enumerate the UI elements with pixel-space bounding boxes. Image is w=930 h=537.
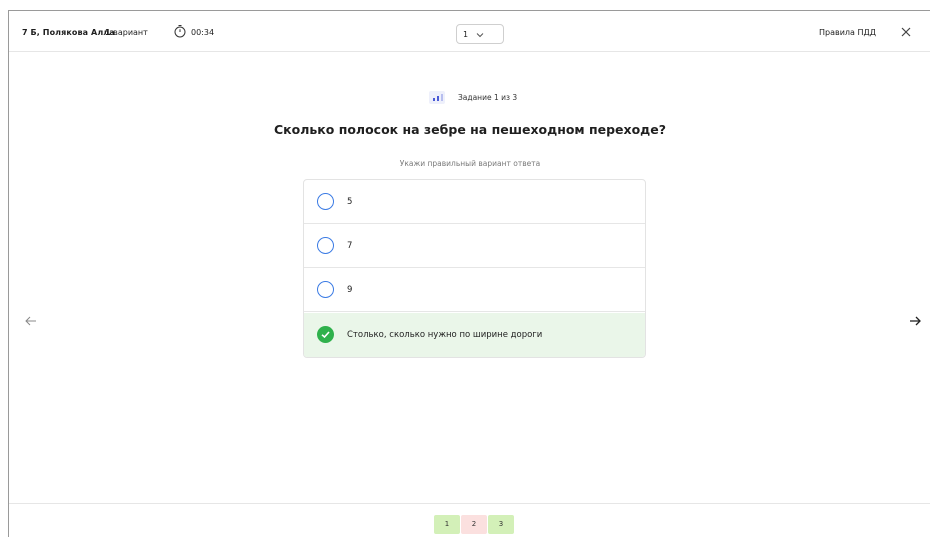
page-button-3[interactable]: 3: [488, 515, 514, 534]
answer-text: 7: [347, 241, 353, 251]
variant-label: вариант: [113, 28, 148, 37]
answer-text: Столько, сколько нужно по ширине дороги: [347, 330, 543, 340]
task-pager: 1 2 3: [434, 515, 514, 534]
answer-option[interactable]: 5: [304, 180, 645, 224]
answer-hint: Укажи правильный вариант ответа: [399, 159, 541, 168]
radio-button[interactable]: [317, 281, 334, 298]
task-select[interactable]: 1: [456, 24, 504, 44]
answer-option[interactable]: 7: [304, 224, 645, 268]
bar-chart-icon: [429, 91, 445, 104]
page-button-1[interactable]: 1: [434, 515, 460, 534]
radio-button[interactable]: [317, 237, 334, 254]
task-counter: Задание 1 из 3: [458, 93, 518, 102]
answer-list: 5 7 9 Столько, сколько нужно по ширине д…: [303, 179, 646, 358]
check-circle-icon: [317, 326, 334, 343]
question-text: Сколько полосок на зебре на пешеходном п…: [273, 122, 667, 137]
answer-text: 9: [347, 285, 353, 295]
arrow-right-icon[interactable]: [908, 314, 922, 328]
header: 7 Б, Полякова Алла 1 вариант 00:34 1 Пра…: [9, 11, 930, 52]
footer: 1 2 3: [9, 503, 930, 537]
variant-info: 1 вариант: [105, 28, 148, 37]
chevron-down-icon: [476, 33, 484, 38]
variant-number: 1: [105, 28, 111, 37]
page-button-2[interactable]: 2: [461, 515, 487, 534]
answer-option[interactable]: 9: [304, 268, 645, 312]
close-icon[interactable]: [899, 25, 913, 39]
arrow-left-icon[interactable]: [24, 314, 38, 328]
radio-button[interactable]: [317, 193, 334, 210]
task-select-value: 1: [463, 30, 469, 39]
test-window: 7 Б, Полякова Алла 1 вариант 00:34 1 Пра…: [8, 10, 930, 537]
stopwatch-icon: [174, 25, 186, 38]
test-title: Правила ПДД: [819, 28, 876, 37]
answer-option-correct[interactable]: Столько, сколько нужно по ширине дороги: [304, 313, 645, 357]
student-name: 7 Б, Полякова Алла: [22, 28, 115, 37]
answer-text: 5: [347, 197, 353, 207]
timer: 00:34: [191, 28, 215, 37]
